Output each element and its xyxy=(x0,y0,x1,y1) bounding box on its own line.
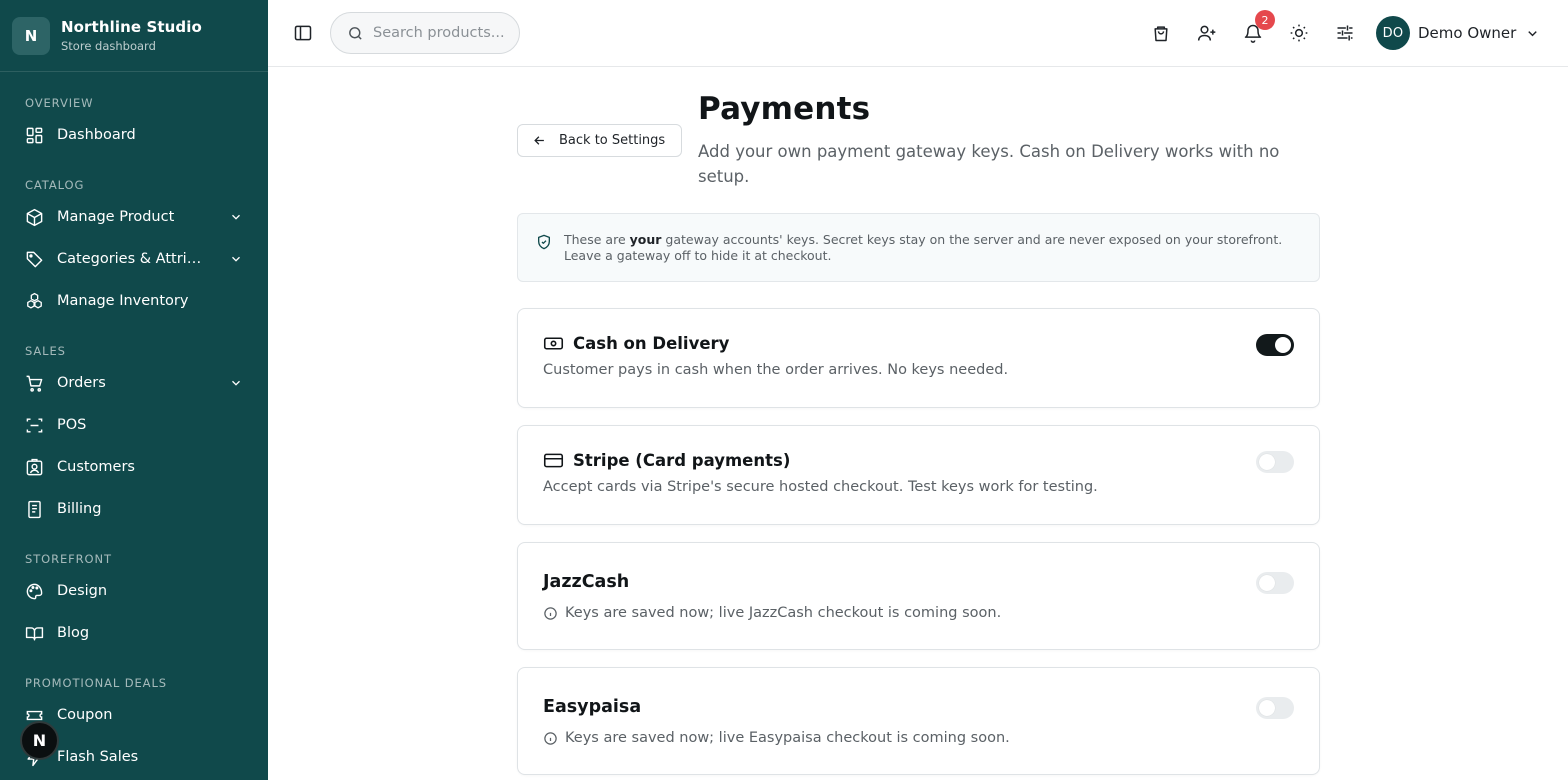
sidebar-item-label: Manage Inventory xyxy=(57,293,189,309)
sidebar-item-label: Dashboard xyxy=(57,127,136,143)
sliders-icon[interactable] xyxy=(1335,23,1355,43)
gateway-description: Accept cards via Stripe's secure hosted … xyxy=(543,479,1098,495)
search-input[interactable] xyxy=(373,25,513,41)
tag-icon xyxy=(26,251,43,267)
back-button-label: Back to Settings xyxy=(559,133,666,148)
back-to-settings-button[interactable]: Back to Settings xyxy=(517,124,682,157)
gateway-name: Stripe (Card payments) xyxy=(573,451,791,470)
chevron-down-icon[interactable] xyxy=(229,210,243,224)
cash-on-delivery-toggle[interactable] xyxy=(1256,334,1294,356)
chevron-down-icon xyxy=(1528,30,1538,36)
gateway-description: Customer pays in cash when the order arr… xyxy=(543,362,1009,378)
sidebar-item-manage-inventory[interactable]: Manage Inventory xyxy=(0,280,268,322)
box-icon xyxy=(26,208,43,226)
arrow-left-icon xyxy=(534,136,544,145)
gateway-card-cash-on-delivery: Cash on Delivery Customer pays in cash w… xyxy=(517,308,1320,408)
gateway-name: Easypaisa xyxy=(543,697,642,717)
chevron-down-icon[interactable] xyxy=(229,252,243,266)
gateway-card-easypaisa: Easypaisa Keys are saved now; live Easyp… xyxy=(517,667,1320,775)
info-suffix: gateway accounts' keys. Secret keys stay… xyxy=(564,232,1283,263)
shield-check-icon xyxy=(538,234,550,250)
floating-assistant-button[interactable]: N xyxy=(20,721,59,760)
receipt-icon xyxy=(28,500,41,518)
cart-icon xyxy=(26,375,43,392)
book-icon xyxy=(25,626,44,641)
sidebar-item-customers[interactable]: Customers xyxy=(0,446,268,488)
top-header: 2 DO Demo Owner xyxy=(268,0,1568,67)
sidebar: N Northline Studio Store dashboard OVERV… xyxy=(0,0,268,780)
boxes-icon xyxy=(27,292,42,309)
search-box[interactable] xyxy=(330,12,520,54)
page-title: Payments xyxy=(698,91,871,127)
jazzcash-toggle[interactable] xyxy=(1256,572,1294,594)
sidebar-item-label: Categories & Attributes xyxy=(57,251,207,267)
credit-card-icon xyxy=(543,453,564,468)
sidebar-toggle-icon[interactable] xyxy=(293,23,313,43)
sun-icon[interactable] xyxy=(1289,23,1309,43)
palette-icon xyxy=(26,583,43,599)
sidebar-item-orders[interactable]: Orders xyxy=(0,362,268,404)
easypaisa-toggle[interactable] xyxy=(1256,697,1294,719)
stripe-toggle[interactable] xyxy=(1256,451,1294,473)
gateway-card-stripe: Stripe (Card payments) Accept cards via … xyxy=(517,425,1320,525)
brand-subtitle: Store dashboard xyxy=(61,39,156,53)
info-icon xyxy=(544,731,557,745)
scan-icon xyxy=(26,417,43,433)
sidebar-item-billing[interactable]: Billing xyxy=(0,488,268,530)
gateway-description: Keys are saved now; live JazzCash checko… xyxy=(565,605,1002,621)
sidebar-item-dashboard[interactable]: Dashboard xyxy=(0,114,268,156)
info-emphasis: your xyxy=(629,232,662,247)
sidebar-item-blog[interactable]: Blog xyxy=(0,612,268,654)
sidebar-item-label: Design xyxy=(57,583,108,599)
customer-badge-icon xyxy=(26,458,43,475)
sidebar-item-pos[interactable]: POS xyxy=(0,404,268,446)
brand-logo: N xyxy=(12,16,50,55)
section-label-catalog: CATALOG xyxy=(25,178,85,192)
info-icon xyxy=(544,606,557,620)
sidebar-item-manage-product[interactable]: Manage Product xyxy=(0,196,268,238)
dashboard-grid-icon xyxy=(26,127,43,143)
sidebar-item-label: Manage Product xyxy=(57,209,175,225)
add-user-icon[interactable] xyxy=(1197,23,1217,43)
sidebar-item-categories[interactable]: Categories & Attributes xyxy=(0,238,268,280)
section-label-promotional-deals: PROMOTIONAL DEALS xyxy=(25,676,167,690)
info-notice: These are your gateway accounts' keys. S… xyxy=(517,213,1320,282)
sidebar-item-label: Orders xyxy=(57,375,106,391)
section-label-storefront: STOREFRONT xyxy=(25,552,112,566)
gateway-name: JazzCash xyxy=(543,572,630,592)
notification-count-badge: 2 xyxy=(1255,10,1275,30)
sidebar-item-label: Customers xyxy=(57,459,135,475)
gateway-description: Keys are saved now; live Easypaisa check… xyxy=(565,730,1010,746)
user-menu[interactable]: DO Demo Owner xyxy=(1376,16,1540,50)
page-subtitle: Add your own payment gateway keys. Cash … xyxy=(698,142,1280,186)
gateway-card-jazzcash: JazzCash Keys are saved now; live JazzCa… xyxy=(517,542,1320,650)
avatar: DO xyxy=(1376,16,1410,50)
search-icon xyxy=(349,26,362,40)
section-label-overview: OVERVIEW xyxy=(25,96,94,110)
info-prefix: These are xyxy=(564,232,630,247)
user-name: Demo Owner xyxy=(1418,24,1517,42)
sidebar-item-label: Billing xyxy=(57,501,102,517)
sidebar-item-label: POS xyxy=(57,417,87,433)
banknote-icon xyxy=(543,337,564,350)
main-content: Back to Settings Payments Add your own p… xyxy=(268,67,1568,780)
chevron-down-icon[interactable] xyxy=(229,376,243,390)
sidebar-item-label: Flash Sales xyxy=(57,749,139,765)
shopping-bag-icon[interactable] xyxy=(1151,23,1171,43)
brand-name: Northline Studio xyxy=(61,18,202,36)
sidebar-item-label: Coupon xyxy=(57,707,113,723)
sidebar-nav: OVERVIEW Dashboard CATALOG Manage Produc… xyxy=(0,72,268,778)
sidebar-item-design[interactable]: Design xyxy=(0,570,268,612)
gateway-name: Cash on Delivery xyxy=(573,334,730,353)
section-label-sales: SALES xyxy=(25,344,66,358)
sidebar-item-label: Blog xyxy=(57,625,90,641)
brand[interactable]: N Northline Studio Store dashboard xyxy=(0,0,268,72)
